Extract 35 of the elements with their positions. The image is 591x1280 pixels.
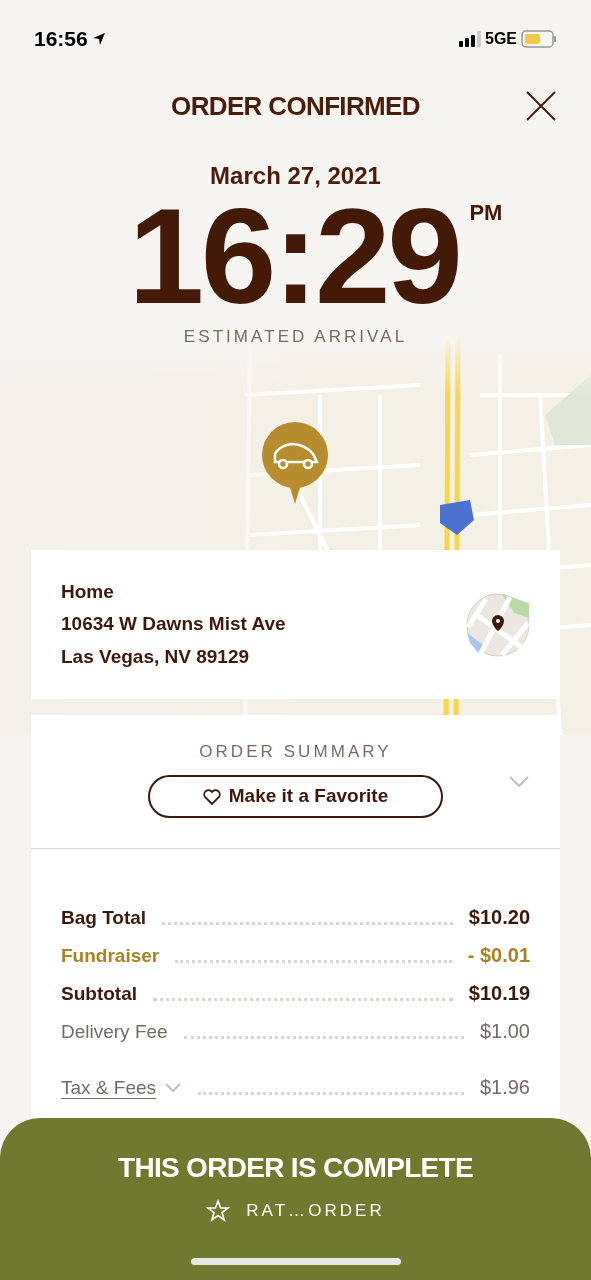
favorite-button[interactable]: Make it a Favorite — [148, 775, 443, 818]
estimated-arrival-label: ESTIMATED ARRIVAL — [183, 328, 408, 345]
line-item-label: Delivery Fee — [61, 1022, 168, 1043]
signal-icon — [459, 31, 481, 47]
heart-icon — [202, 788, 221, 805]
address-line: 10634 W Dawns Mist Ave — [61, 612, 286, 637]
network-label: 5GE — [485, 29, 517, 49]
battery-icon — [521, 30, 557, 48]
summary-heading: ORDER SUMMARY — [199, 743, 392, 760]
chevron-icon — [164, 1081, 183, 1094]
location-arrow-icon — [91, 32, 106, 46]
line-item-amount: $1.96 — [479, 1077, 530, 1099]
close-button[interactable] — [525, 90, 557, 122]
arrival-date: March 27, 2021 — [210, 164, 381, 188]
line-item-amount: $1.00 — [479, 1021, 530, 1043]
address-line: Las Vegas, NV 89129 — [61, 644, 250, 669]
arrival-time: 16:29 — [128, 196, 460, 316]
line-item-label: Subtotal — [61, 984, 137, 1005]
page-title: ORDER CONFIRMED — [171, 89, 420, 123]
map-thumbnail-icon[interactable] — [466, 592, 530, 657]
tax-fees-toggle[interactable]: Tax & Fees — [61, 1078, 183, 1099]
car-pin-icon — [261, 422, 329, 504]
star-icon — [206, 1198, 231, 1223]
line-item-amount: $10.19 — [468, 983, 530, 1005]
status-time: 16:56 — [34, 26, 88, 53]
chevron-icon — [508, 775, 530, 789]
rate-order-button[interactable]: RAT…ORDER — [206, 1198, 385, 1224]
line-item-amount: $10.20 — [468, 907, 530, 929]
close-icon — [525, 90, 557, 122]
completion-title: THIS ORDER IS COMPLETE — [118, 1154, 473, 1182]
meridiem-label: PM — [469, 199, 503, 227]
address-name: Home — [61, 579, 115, 604]
line-item-amount: - $0.01 — [467, 945, 530, 967]
line-item-label: Fundraiser — [61, 946, 160, 967]
line-item-label: Bag Total — [61, 908, 147, 929]
